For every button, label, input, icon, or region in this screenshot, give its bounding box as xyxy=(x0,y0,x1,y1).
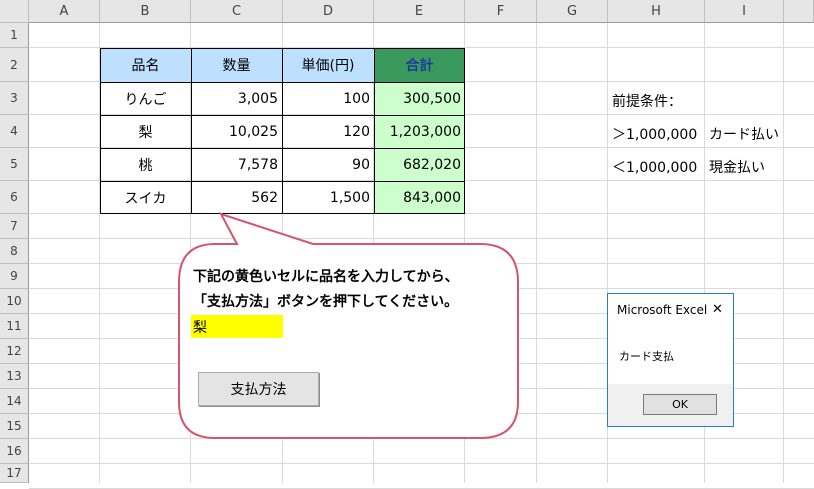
column-header[interactable]: H xyxy=(608,0,705,23)
row-header[interactable]: 11 xyxy=(0,314,29,339)
message-dialog: Microsoft Excel ✕ カード支払 OK xyxy=(607,293,734,427)
row-header[interactable]: 9 xyxy=(0,264,29,289)
table-border xyxy=(464,48,465,214)
cell-name[interactable]: りんご xyxy=(100,82,191,115)
row-header[interactable]: 14 xyxy=(0,389,29,414)
cell-total[interactable]: 682,020 xyxy=(374,148,465,181)
cell-total[interactable]: 843,000 xyxy=(374,181,465,214)
ok-button[interactable]: OK xyxy=(643,394,717,415)
column-header[interactable]: E xyxy=(374,0,465,23)
table-border xyxy=(374,48,375,214)
table-border xyxy=(100,48,101,214)
cell-name[interactable]: スイカ xyxy=(100,181,191,214)
select-all-corner[interactable] xyxy=(0,0,29,23)
payment-method-button[interactable]: 支払方法 xyxy=(198,372,319,406)
column-header[interactable]: A xyxy=(29,0,100,23)
cell-price[interactable]: 1,500 xyxy=(282,181,374,214)
column-header[interactable]: C xyxy=(191,0,283,23)
condition-over-result[interactable]: カード払い xyxy=(709,123,779,145)
column-header[interactable]: I xyxy=(705,0,784,23)
column-header[interactable]: D xyxy=(283,0,374,23)
cell-price[interactable]: 100 xyxy=(282,82,374,115)
cell-name[interactable]: 梨 xyxy=(100,115,191,148)
gridline-vertical xyxy=(536,23,537,483)
gridline-horizontal xyxy=(29,463,814,464)
condition-under-result[interactable]: 現金払い xyxy=(709,156,765,178)
row-header[interactable]: 5 xyxy=(0,148,29,181)
column-header[interactable]: F xyxy=(465,0,537,23)
header-cell-qty[interactable]: 数量 xyxy=(191,48,282,82)
header-cell-price[interactable]: 単価(円) xyxy=(282,48,374,82)
row-header[interactable]: 1 xyxy=(0,23,29,48)
row-header[interactable]: 17 xyxy=(0,464,29,483)
table-border xyxy=(191,48,192,214)
cell-total[interactable]: 1,203,000 xyxy=(374,115,465,148)
condition-under[interactable]: ＜1,000,000 xyxy=(612,156,697,178)
cell-price[interactable]: 120 xyxy=(282,115,374,148)
cell-qty[interactable]: 7,578 xyxy=(191,148,282,181)
row-header[interactable]: 12 xyxy=(0,339,29,364)
column-header-overflow xyxy=(784,0,814,23)
gridline-vertical xyxy=(783,23,784,483)
table-border xyxy=(282,48,283,214)
callout-instruction-line1: 下記の黄色いセルに品名を入力してから、 xyxy=(193,269,459,285)
cell-price[interactable]: 90 xyxy=(282,148,374,181)
condition-over[interactable]: ＞1,000,000 xyxy=(612,123,697,145)
conditions-title[interactable]: 前提条件： xyxy=(612,90,682,112)
row-header[interactable]: 8 xyxy=(0,239,29,264)
cell-qty[interactable]: 562 xyxy=(191,181,282,214)
data-table: 品名 数量 単価(円) 合計 りんご 3,005 100 300,500 梨 1… xyxy=(100,48,465,214)
cell-name[interactable]: 桃 xyxy=(100,148,191,181)
cell-qty[interactable]: 10,025 xyxy=(191,115,282,148)
row-header[interactable]: 6 xyxy=(0,181,29,214)
row-header[interactable]: 15 xyxy=(0,414,29,439)
row-header[interactable]: 10 xyxy=(0,289,29,314)
dialog-title: Microsoft Excel xyxy=(617,303,708,317)
row-header[interactable]: 2 xyxy=(0,48,29,82)
row-header[interactable]: 3 xyxy=(0,82,29,115)
cell-qty[interactable]: 3,005 xyxy=(191,82,282,115)
callout-instruction-line2: 「支払方法」ボタンを押下してください。 xyxy=(193,294,459,310)
header-cell-total[interactable]: 合計 xyxy=(374,48,465,82)
close-icon[interactable]: ✕ xyxy=(712,302,723,317)
row-header[interactable]: 13 xyxy=(0,364,29,389)
row-header[interactable]: 4 xyxy=(0,115,29,148)
dialog-message: カード支払 xyxy=(619,350,674,363)
row-header[interactable]: 16 xyxy=(0,439,29,464)
product-input-cell[interactable]: 梨 xyxy=(191,315,283,338)
cell-total[interactable]: 300,500 xyxy=(374,82,465,115)
row-header[interactable]: 7 xyxy=(0,214,29,239)
column-header[interactable]: B xyxy=(100,0,191,23)
header-cell-name[interactable]: 品名 xyxy=(100,48,191,82)
column-header[interactable]: G xyxy=(537,0,608,23)
